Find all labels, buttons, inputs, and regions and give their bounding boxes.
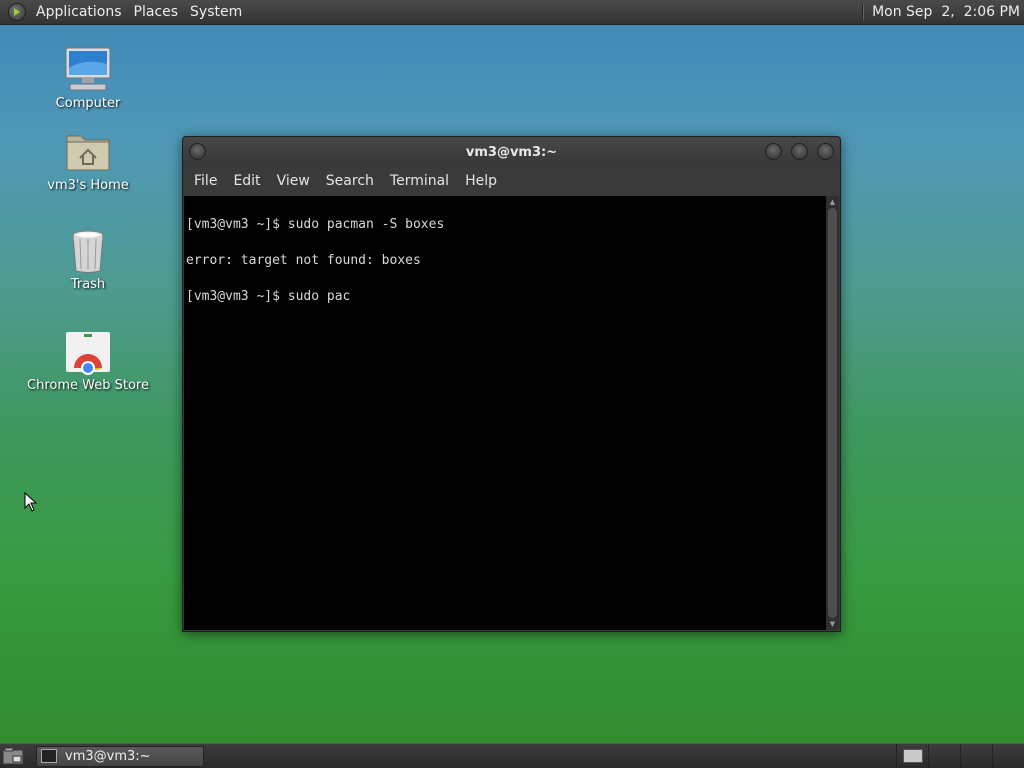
scroll-up-arrow-icon[interactable]: ▲ xyxy=(826,196,839,208)
terminal-output[interactable]: [vm3@vm3 ~]$ sudo pacman -S boxes error:… xyxy=(184,196,827,630)
menu-search[interactable]: Search xyxy=(318,173,382,189)
system-menu[interactable]: System xyxy=(184,4,248,20)
bottom-panel: vm3@vm3:~ xyxy=(0,743,1024,768)
distro-logo-icon[interactable] xyxy=(8,3,26,21)
workspace-switcher xyxy=(896,744,1024,768)
workspace-2[interactable] xyxy=(928,744,960,768)
terminal-line: [vm3@vm3 ~]$ sudo pac xyxy=(186,289,351,304)
terminal-icon xyxy=(41,749,57,763)
menu-terminal[interactable]: Terminal xyxy=(382,173,457,189)
taskbar-item-terminal[interactable]: vm3@vm3:~ xyxy=(36,745,204,767)
maximize-button[interactable] xyxy=(791,143,808,160)
scroll-down-arrow-icon[interactable]: ▼ xyxy=(826,618,839,630)
close-button[interactable] xyxy=(817,143,834,160)
mouse-cursor-icon xyxy=(24,492,38,512)
desktop-icon-label: Computer xyxy=(55,96,121,111)
scrollbar-thumb[interactable] xyxy=(828,208,837,618)
window-titlebar[interactable]: vm3@vm3:~ xyxy=(183,137,840,167)
menu-help[interactable]: Help xyxy=(457,173,505,189)
workspace-4[interactable] xyxy=(992,744,1024,768)
terminal-menubar: File Edit View Search Terminal Help xyxy=(183,167,840,195)
home-folder-icon xyxy=(66,135,110,171)
desktop-icon-label: Trash xyxy=(70,277,106,292)
workspace-window-preview xyxy=(902,749,923,763)
desktop-icon-home[interactable]: vm3's Home xyxy=(23,128,153,193)
menu-file[interactable]: File xyxy=(186,173,225,189)
trash-icon xyxy=(72,230,104,273)
workspace-1[interactable] xyxy=(896,744,928,768)
menu-view[interactable]: View xyxy=(269,173,318,189)
workspace-3[interactable] xyxy=(960,744,992,768)
menu-edit[interactable]: Edit xyxy=(225,173,268,189)
desktop-icon-label: vm3's Home xyxy=(47,178,129,193)
minimize-button[interactable] xyxy=(765,143,782,160)
terminal-window[interactable]: vm3@vm3:~ File Edit View Search Terminal… xyxy=(182,136,841,632)
desktop-icon-trash[interactable]: Trash xyxy=(23,227,153,292)
computer-icon xyxy=(65,47,111,91)
window-title: vm3@vm3:~ xyxy=(465,144,558,160)
show-desktop-icon[interactable] xyxy=(2,747,24,765)
chrome-web-store-icon xyxy=(66,332,110,375)
panel-separator xyxy=(862,4,865,20)
terminal-scrollbar[interactable]: ▲ ▼ xyxy=(826,196,839,630)
terminal-line: [vm3@vm3 ~]$ sudo pacman -S boxes xyxy=(186,217,445,232)
terminal-line: error: target not found: boxes xyxy=(186,253,421,268)
taskbar-item-label: vm3@vm3:~ xyxy=(65,748,151,764)
top-panel: Applications Places System Mon Sep 2, 2:… xyxy=(0,0,1024,25)
window-menu-button[interactable] xyxy=(189,143,206,160)
desktop-icon-chrome-web-store[interactable]: Chrome Web Store xyxy=(23,328,153,393)
desktop-icon-label: Chrome Web Store xyxy=(27,378,149,393)
applications-menu[interactable]: Applications xyxy=(30,4,128,20)
clock[interactable]: Mon Sep 2, 2:06 PM xyxy=(872,4,1024,20)
desktop-icon-computer[interactable]: Computer xyxy=(23,46,153,111)
places-menu[interactable]: Places xyxy=(128,4,185,20)
